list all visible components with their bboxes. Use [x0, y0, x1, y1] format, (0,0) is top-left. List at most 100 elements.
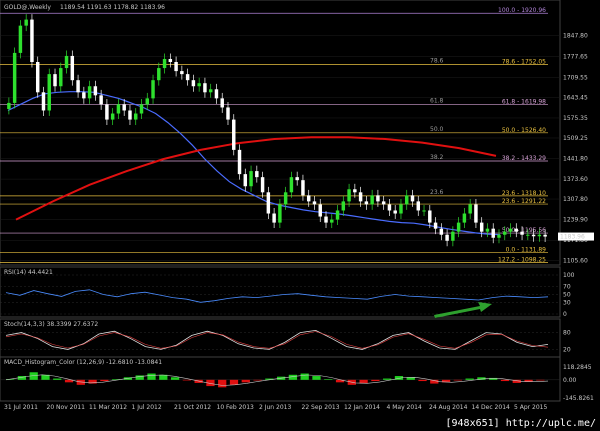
macd-histogram-bar	[241, 379, 250, 383]
candle-body	[399, 204, 403, 214]
time-tick-label: 1 Jul 2012	[132, 404, 162, 411]
macd-panel: MACD_Histogram_Color (12,26,9) -12.6810 …	[0, 356, 594, 402]
fib-level-label: 38.2 - 1433.29	[502, 155, 546, 162]
candle-body	[439, 228, 444, 235]
stoch-tick-label: 80	[563, 330, 571, 337]
candle-body	[520, 231, 524, 235]
candle-body	[145, 98, 149, 105]
candle-body	[318, 204, 322, 217]
price-tick-label: 1709.55	[563, 74, 588, 81]
time-tick-label: 12 Jan 2014	[344, 404, 380, 411]
candle-body	[370, 195, 374, 205]
candle-body	[393, 210, 397, 214]
candle-body	[203, 83, 207, 93]
candle-body	[53, 74, 57, 87]
candle-body	[462, 213, 467, 223]
candle-body	[479, 222, 484, 232]
candle-body	[508, 228, 513, 232]
candle-body	[531, 234, 536, 237]
candle-body	[59, 68, 63, 87]
candle-body	[416, 201, 420, 211]
candle-body	[278, 204, 282, 223]
level-mark-label: 23.6	[430, 189, 444, 196]
candle-body	[70, 55, 75, 81]
fib-level-label: 61.8 - 1619.98	[502, 98, 546, 105]
candle-body	[497, 234, 501, 238]
macd-histogram-bar	[229, 379, 239, 385]
price-tick-label: 1307.80	[563, 196, 588, 203]
candle-body	[433, 222, 438, 229]
candle-body	[358, 192, 363, 202]
candle-body	[353, 189, 357, 193]
price-tick-label: 1509.25	[563, 135, 588, 142]
rsi-tick-label: 70	[563, 284, 571, 291]
candle-body	[18, 25, 23, 53]
macd-histogram-bar	[147, 373, 156, 380]
candle-body	[537, 234, 542, 237]
candle-body	[445, 234, 449, 241]
time-tick-label: 10 Feb 2013	[217, 404, 255, 411]
candle-body	[76, 80, 80, 93]
candle-body	[376, 195, 380, 202]
candle-body	[226, 107, 230, 120]
candle-body	[180, 71, 184, 75]
time-tick-label: 21 Oct 2012	[174, 404, 211, 411]
candle-body	[93, 86, 98, 96]
macd-histogram-bar	[218, 379, 227, 388]
level-mark-label: 61.8	[430, 97, 444, 104]
rsi-tick-label: 30	[563, 299, 571, 306]
candle-body	[162, 58, 167, 69]
candle-body	[208, 89, 213, 93]
candle-body	[306, 195, 311, 202]
macd-tick-label: 118.2845	[563, 364, 592, 371]
candle-body	[405, 195, 409, 205]
candle-body	[220, 98, 224, 108]
time-tick-label: 24 Aug 2014	[429, 404, 468, 411]
stoch-title: Stoch(14,3,3) 38.3399 27.6372	[4, 321, 98, 328]
macd-histogram-bar	[170, 377, 180, 380]
candle-body	[514, 228, 519, 232]
candle-body	[468, 204, 472, 214]
candle-body	[295, 177, 299, 181]
price-tick-label: 1643.45	[563, 94, 588, 101]
main-title: GOLD@,Weekly	[4, 4, 51, 11]
level-mark-label: 50.0	[430, 126, 444, 133]
candle-body	[110, 113, 115, 120]
price-tick-label: 1575.35	[563, 115, 588, 122]
level-mark-label: 78.6	[430, 57, 444, 64]
candle-body	[456, 222, 461, 232]
candle-body	[381, 201, 386, 205]
macd-histogram-bar	[453, 379, 462, 381]
candle-body	[543, 234, 547, 237]
candle-body	[197, 83, 201, 87]
macd-histogram-bar	[182, 379, 191, 381]
candle-body	[485, 228, 490, 232]
time-tick-label: 22 Sep 2013	[302, 404, 340, 411]
candle-body	[335, 210, 340, 220]
macd-histogram-bar	[100, 379, 109, 382]
candle-body	[243, 174, 248, 187]
macd-histogram-bar	[465, 378, 474, 380]
rsi-panel: RSI(14) 44.4421 1007050300	[0, 266, 575, 318]
macd-histogram-bar	[383, 378, 392, 380]
price-tick-label: 1441.80	[563, 155, 588, 162]
candle-body	[255, 171, 259, 178]
candle-body	[237, 149, 242, 175]
macd-histogram-bar	[312, 376, 321, 380]
rsi-tick-label: 50	[563, 292, 571, 299]
stoch-tick-label: 20	[563, 346, 571, 353]
macd-histogram-bar	[536, 379, 545, 381]
candle-body	[168, 58, 173, 62]
macd-histogram-bar	[253, 379, 262, 381]
time-tick-label: 4 May 2014	[387, 404, 422, 411]
candle-body	[87, 86, 92, 99]
fib-level-label: 100.0 - 1920.96	[498, 7, 546, 14]
time-tick-label: 11 Mar 2012	[89, 404, 127, 411]
main-panel: GOLD@,Weekly 1189.54 1191.63 1178.82 118…	[0, 0, 594, 266]
candle-body	[289, 177, 294, 193]
candle-body	[47, 74, 51, 111]
candle-body	[174, 62, 178, 72]
candle-body	[12, 52, 17, 103]
watermark: [948x651] http://uplc.me/	[445, 418, 596, 429]
candle-body	[99, 95, 103, 105]
